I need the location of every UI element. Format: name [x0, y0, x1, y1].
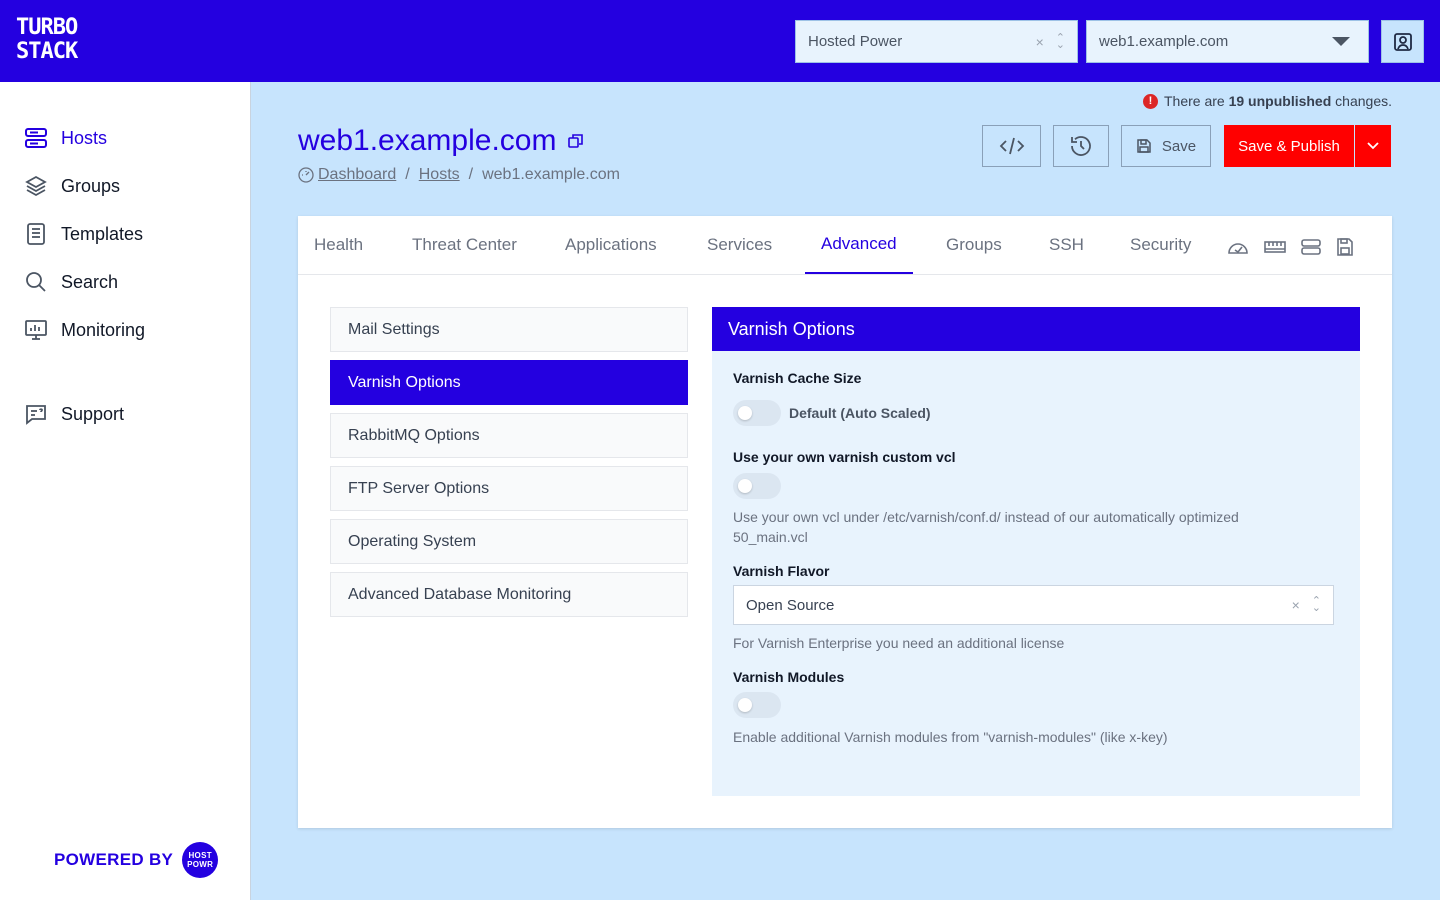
custom-vcl-label: Use your own varnish custom vcl — [733, 449, 956, 465]
code-view-button[interactable] — [982, 125, 1041, 167]
turbostack-logo[interactable]: TURBO STACK — [16, 15, 78, 68]
logo-line-1: TURBO — [16, 15, 78, 40]
sidebar-item-label: Groups — [61, 175, 121, 196]
history-icon — [1071, 136, 1091, 156]
monitor-icon — [25, 320, 47, 340]
tab-groups[interactable]: Groups — [946, 216, 1002, 274]
tab-health[interactable]: Health — [314, 216, 363, 274]
breadcrumb: Dashboard / Hosts / web1.example.com — [298, 166, 620, 184]
varnish-flavor-value: Open Source — [746, 596, 835, 614]
cache-size-toggle[interactable] — [733, 400, 781, 426]
varnish-options-panel: Varnish Options Varnish Cache Size Defau… — [712, 307, 1360, 796]
page-title-text: web1.example.com — [298, 124, 557, 157]
copy-icon[interactable] — [568, 133, 584, 149]
menu-mail-settings[interactable]: Mail Settings — [330, 307, 688, 352]
breadcrumb-current: web1.example.com — [482, 166, 620, 183]
varnish-modules-label: Varnish Modules — [733, 669, 845, 685]
user-icon — [1393, 32, 1412, 51]
save-button-label: Save — [1161, 137, 1197, 155]
notice-prefix: There are — [1164, 93, 1225, 109]
sidebar-item-search[interactable]: Search — [24, 270, 118, 294]
dashboard-gauge-icon[interactable] — [1227, 238, 1249, 256]
save-button[interactable]: Save — [1121, 125, 1211, 167]
sidebar-item-monitoring[interactable]: Monitoring — [24, 318, 145, 342]
powered-by: POWERED BY HOST POWR — [54, 842, 219, 878]
notice-suffix: changes. — [1335, 93, 1392, 109]
varnish-modules-help: Enable additional Varnish modules from "… — [733, 729, 1168, 745]
host-select[interactable]: web1.example.com — [1086, 20, 1369, 63]
tab-applications[interactable]: Applications — [565, 216, 657, 274]
chevron-down-icon — [1367, 142, 1379, 150]
sidebar-item-label: Support — [61, 403, 125, 424]
organization-select[interactable]: Hosted Power × ⌃ ⌄ — [795, 20, 1078, 63]
save-and-publish-button[interactable]: Save & Publish — [1224, 125, 1354, 167]
custom-vcl-toggle[interactable] — [733, 473, 781, 499]
caret-down-icon — [1332, 37, 1350, 46]
tab-security[interactable]: Security — [1130, 216, 1191, 274]
memory-icon[interactable] — [1264, 238, 1286, 256]
organization-select-value: Hosted Power — [808, 33, 903, 50]
top-bar: TURBO STACK Hosted Power × ⌃ ⌄ web1.examp… — [0, 0, 1440, 82]
floppy-icon[interactable] — [1334, 238, 1356, 256]
host-tabs: Health Threat Center Applications Servic… — [298, 216, 1392, 275]
page-title: web1.example.com — [298, 124, 584, 158]
menu-rabbitmq-options[interactable]: RabbitMQ Options — [330, 413, 688, 458]
sidebar-item-templates[interactable]: Templates — [24, 222, 143, 246]
menu-operating-system[interactable]: Operating System — [330, 519, 688, 564]
varnish-flavor-help: For Varnish Enterprise you need an addit… — [733, 635, 1065, 651]
tab-services[interactable]: Services — [707, 216, 772, 274]
breadcrumb-separator: / — [468, 166, 474, 183]
menu-varnish-options[interactable]: Varnish Options — [330, 360, 688, 405]
powered-by-text: POWERED BY — [54, 850, 174, 869]
tab-advanced[interactable]: Advanced — [805, 216, 913, 274]
sidebar-item-support[interactable]: Support — [24, 402, 124, 426]
sidebar-item-label: Search — [61, 271, 119, 292]
varnish-flavor-label: Varnish Flavor — [733, 563, 830, 579]
code-icon — [999, 137, 1024, 155]
chevron-updown-icon: ⌃ ⌄ — [1311, 595, 1321, 614]
search-icon — [26, 272, 46, 292]
notice-count: 19 unpublished — [1228, 93, 1332, 109]
user-profile-button[interactable] — [1381, 20, 1424, 63]
server-icon[interactable] — [1300, 238, 1322, 256]
breadcrumb-hosts[interactable]: Hosts — [419, 166, 460, 184]
clear-icon[interactable]: × — [1292, 597, 1300, 613]
cache-size-label: Varnish Cache Size — [733, 370, 862, 386]
publish-options-button[interactable] — [1355, 125, 1391, 167]
sidebar-item-groups[interactable]: Groups — [24, 174, 120, 198]
breadcrumb-separator: / — [405, 166, 410, 183]
floppy-icon — [1137, 139, 1151, 153]
sidebar-item-hosts[interactable]: Hosts — [24, 126, 107, 150]
server-icon — [25, 128, 47, 148]
sidebar: Hosts Groups Templates Search Monitoring… — [0, 82, 251, 900]
host-select-value: web1.example.com — [1099, 33, 1229, 50]
clear-icon[interactable]: × — [1036, 34, 1044, 50]
layers-icon — [25, 175, 47, 197]
tab-threat-center[interactable]: Threat Center — [412, 216, 517, 274]
chevron-updown-icon: ⌃ ⌄ — [1055, 31, 1065, 51]
varnish-flavor-select[interactable]: Open Source × ⌃ ⌄ — [733, 585, 1334, 625]
menu-advanced-database-monitoring[interactable]: Advanced Database Monitoring — [330, 572, 688, 617]
history-button[interactable] — [1053, 125, 1109, 167]
document-icon — [27, 223, 45, 245]
breadcrumb-dashboard[interactable]: Dashboard — [318, 166, 396, 184]
varnish-modules-toggle[interactable] — [733, 692, 781, 718]
tab-ssh[interactable]: SSH — [1049, 216, 1084, 274]
sidebar-item-label: Monitoring — [61, 319, 146, 340]
logo-line-2: STACK — [16, 39, 78, 64]
sidebar-item-label: Templates — [61, 223, 144, 244]
dashboard-icon — [298, 167, 314, 183]
sidebar-item-label: Hosts — [61, 127, 108, 148]
custom-vcl-help: Use your own vcl under /etc/varnish/conf… — [733, 509, 1239, 545]
hosted-power-logo[interactable]: HOST POWR — [182, 842, 219, 878]
menu-ftp-server-options[interactable]: FTP Server Options — [330, 466, 688, 511]
chat-icon — [26, 405, 46, 425]
unpublished-notice: ! There are 19 unpublished changes. — [1143, 93, 1392, 109]
cache-size-toggle-label: Default (Auto Scaled) — [789, 405, 931, 421]
panel-title: Varnish Options — [712, 307, 1360, 351]
error-icon: ! — [1143, 93, 1158, 109]
host-settings-card: Health Threat Center Applications Servic… — [298, 216, 1392, 828]
